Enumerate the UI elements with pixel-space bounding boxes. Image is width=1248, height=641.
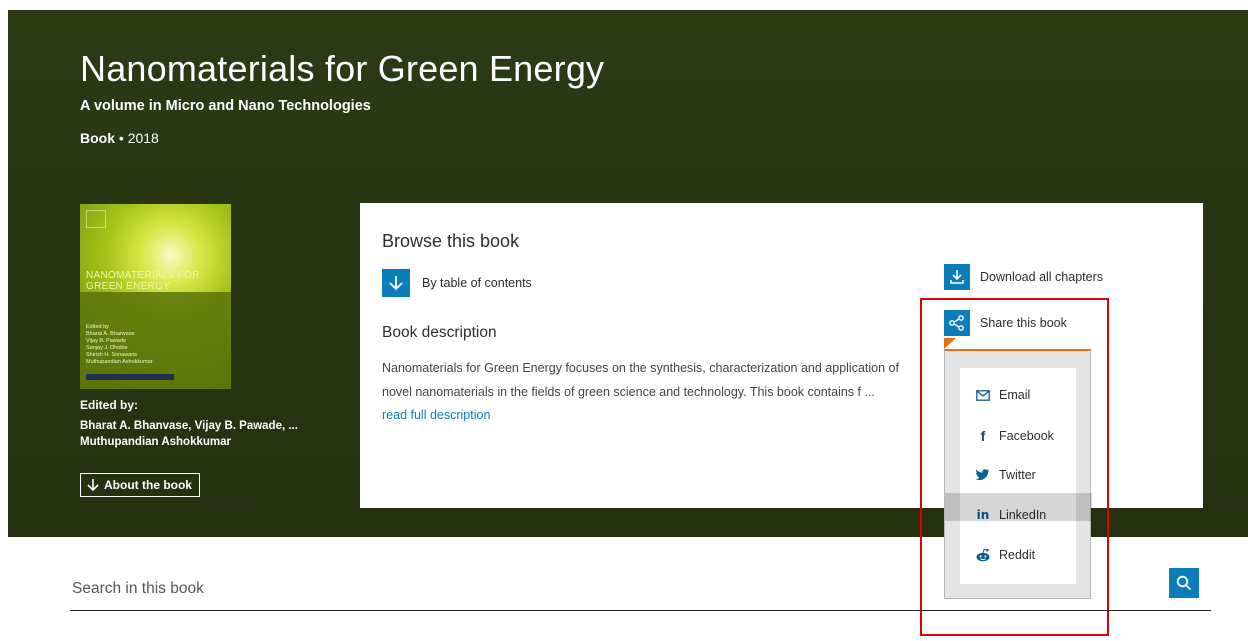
cover-editor: Bharat A. Bhanvase	[86, 331, 135, 337]
share-menu: Email f Facebook Twitter in LinkedIn Red…	[960, 368, 1076, 584]
email-icon	[975, 389, 991, 401]
edited-by-label: Edited by:	[80, 398, 139, 412]
book-title: Nanomaterials for Green Energy	[80, 48, 605, 89]
share-email[interactable]: Email	[975, 388, 1030, 402]
publisher-logo	[86, 210, 106, 228]
browse-title: Browse this book	[382, 231, 520, 251]
book-cover-image: NANOMATERIALS FOR GREEN ENERGY Edited by…	[80, 204, 231, 389]
book-year: 2018	[127, 130, 159, 146]
download-all-chapters-button[interactable]: Download all chapters	[944, 264, 1103, 290]
share-twitter-label: Twitter	[999, 468, 1036, 482]
search-icon	[1176, 575, 1192, 591]
book-subtitle: A volume in Micro and Nano Technologies	[80, 98, 371, 114]
facebook-icon: f	[980, 428, 986, 444]
reddit-icon	[975, 548, 991, 562]
cover-editor: Vijay B. Pawade	[86, 338, 126, 344]
cover-editor: Shirish H. Sonawane	[86, 352, 138, 358]
hover-band	[945, 493, 1092, 521]
share-twitter[interactable]: Twitter	[975, 468, 1036, 482]
about-the-book-button[interactable]: About the book	[80, 473, 200, 497]
search-button[interactable]	[1169, 568, 1199, 598]
share-email-label: Email	[999, 388, 1031, 402]
about-the-book-label: About the book	[104, 478, 192, 492]
download-label: Download all chapters	[980, 270, 1103, 284]
share-dropdown-pointer	[944, 338, 956, 349]
arrow-down-icon	[382, 269, 410, 297]
share-dropdown: Email f Facebook Twitter in LinkedIn Red…	[944, 349, 1092, 599]
search-input[interactable]	[70, 574, 1152, 604]
download-icon	[944, 264, 970, 290]
read-full-description-link[interactable]: read full description	[382, 408, 490, 422]
cover-title: NANOMATERIALS FOR GREEN ENERGY	[86, 270, 200, 292]
toc-label: By table of contents	[422, 276, 532, 290]
share-reddit[interactable]: Reddit	[975, 548, 1035, 562]
cover-editor: Muthupandian Ashokkumar	[86, 359, 153, 365]
share-facebook[interactable]: f Facebook	[975, 428, 1054, 444]
description-body: Nanomaterials for Green Energy focuses o…	[382, 361, 899, 399]
arrow-down-icon	[87, 479, 99, 492]
search-bar	[70, 568, 1211, 611]
cover-editor-list: Edited by Bharat A. Bhanvase Vijay B. Pa…	[86, 324, 206, 366]
share-facebook-label: Facebook	[999, 429, 1054, 443]
table-of-contents-link[interactable]: By table of contents	[382, 269, 532, 297]
description-text: Nanomaterials for Green Energy focuses o…	[382, 357, 902, 428]
editor-names: Bharat A. Bhanvase, Vijay B. Pawade, ...…	[80, 420, 298, 448]
cover-editor: Edited by	[86, 324, 109, 330]
share-icon	[944, 310, 970, 336]
share-reddit-label: Reddit	[999, 548, 1036, 562]
share-label: Share this book	[980, 316, 1067, 330]
cover-editor: Sanjay J. Dhoble	[86, 345, 128, 351]
cover-series-strip	[86, 374, 174, 380]
description-title: Book description	[382, 324, 497, 341]
meta-separator: •	[118, 130, 124, 146]
twitter-icon	[975, 469, 991, 481]
book-meta: Book • 2018	[80, 130, 159, 146]
share-this-book-button[interactable]: Share this book	[944, 310, 1067, 336]
book-type: Book	[80, 130, 115, 146]
